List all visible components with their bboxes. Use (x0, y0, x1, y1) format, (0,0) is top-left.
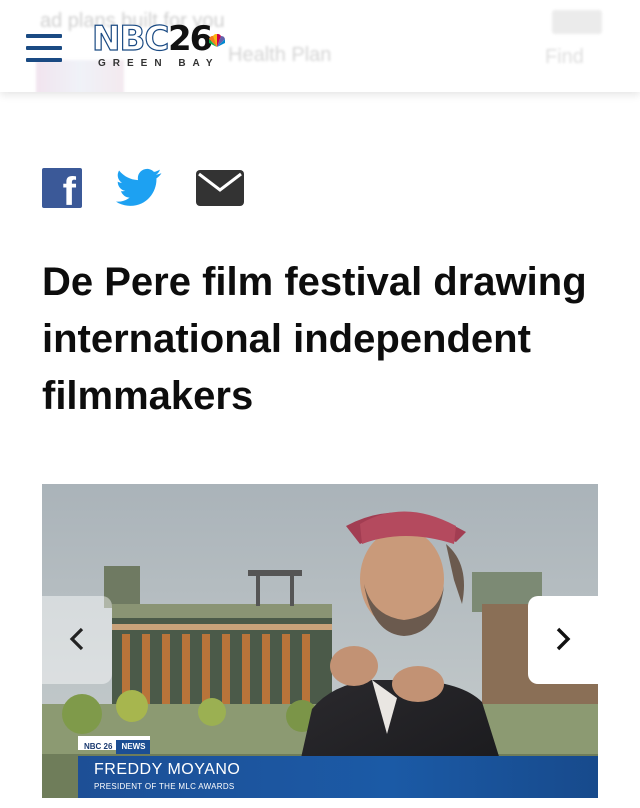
section-label: NEWS (116, 740, 151, 754)
carousel-prev-button[interactable] (42, 596, 112, 684)
speaker-name: FREDDY MOYANO (94, 761, 241, 778)
ad-icon (552, 10, 602, 34)
chevron-right-icon (556, 627, 571, 651)
article-headline: De Pere film festival drawing internatio… (42, 260, 587, 418)
name-bar: FREDDY MOYANO PRESIDENT OF THE MLC AWARD… (78, 756, 598, 798)
news-lower-third: NBC 26 NEWS FREDDY MOYANO PRESIDENT OF TH… (78, 736, 598, 798)
logo-city: GREEN BAY (98, 58, 220, 69)
speaker-title: PRESIDENT OF THE MLC AWARDS (94, 782, 235, 791)
chevron-left-icon (69, 627, 84, 651)
ad-cta-text: Find (545, 46, 584, 68)
carousel-next-button[interactable] (528, 596, 598, 684)
twitter-share-icon[interactable] (116, 168, 162, 208)
media-carousel[interactable]: NBC 26 NEWS FREDDY MOYANO PRESIDENT OF TH… (42, 484, 598, 798)
nbc26-logo[interactable]: NBC 26 GREEN BAY (91, 19, 232, 72)
ad-text-line2: Health Plan (228, 44, 332, 66)
hamburger-menu-icon[interactable] (26, 34, 62, 62)
email-share-icon[interactable] (196, 170, 244, 206)
logo-number: 26 (168, 19, 213, 59)
station-tag: NBC 26 NEWS (78, 736, 151, 754)
facebook-glyph: f (62, 170, 76, 214)
logo-nbc-text: NBC (91, 19, 170, 59)
site-header: ad plans built for you Health Plan Find … (0, 0, 640, 92)
station-label: NBC 26 (84, 742, 113, 751)
peacock-icon (209, 34, 225, 47)
facebook-share-icon[interactable]: f (42, 168, 82, 212)
